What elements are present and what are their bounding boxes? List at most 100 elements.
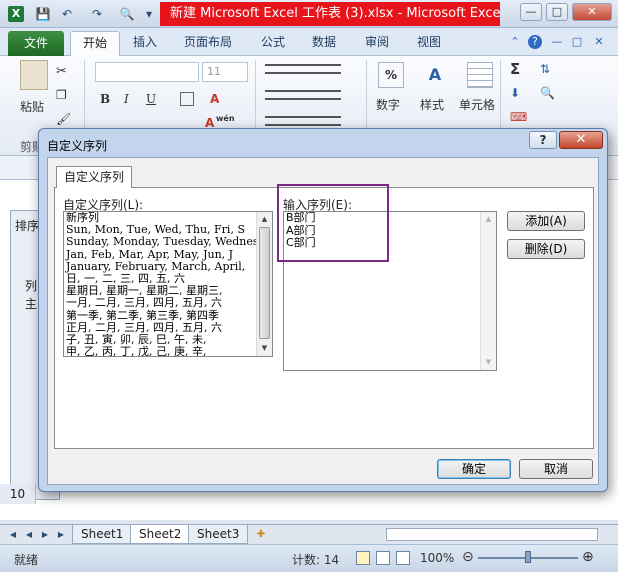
page-break-view-icon[interactable]: [396, 551, 410, 565]
sort-filter-icon[interactable]: ⇅: [540, 62, 550, 76]
close-button[interactable]: ✕: [559, 131, 603, 149]
border-icon[interactable]: [180, 92, 194, 106]
paste-icon[interactable]: [20, 60, 48, 90]
underline-icon[interactable]: U: [146, 92, 156, 106]
primary-key-label: 主: [25, 297, 38, 311]
sheet-tab-1[interactable]: Sheet1: [72, 525, 133, 544]
tab-review[interactable]: 审阅: [365, 33, 389, 50]
tab-file[interactable]: 文件: [8, 31, 64, 56]
input-line: B部门: [286, 211, 316, 224]
close-window-button[interactable]: ✕: [572, 3, 612, 21]
redo-icon[interactable]: ↷: [88, 5, 106, 23]
cells-icon[interactable]: [467, 62, 493, 88]
status-count: 计数: 14: [292, 553, 340, 567]
scroll-down-icon[interactable]: ▼: [481, 355, 496, 370]
phonetic-icon[interactable]: wén: [216, 114, 235, 123]
normal-view-icon[interactable]: [356, 551, 370, 565]
tab-panel: 自定义序列(L): 新序列 Sun, Mon, Tue, Wed, Thu, F…: [54, 184, 594, 449]
delete-button[interactable]: 删除(D): [507, 239, 585, 259]
zoom-level[interactable]: 100%: [420, 551, 454, 565]
ribbon-tab-bar: 文件 开始 插入 页面布局 公式 数据 审阅 视图 ⌃ ? — □ ✕: [0, 28, 618, 57]
page-layout-view-icon[interactable]: [376, 551, 390, 565]
bold-icon[interactable]: B: [100, 92, 110, 106]
save-icon[interactable]: 💾: [34, 5, 52, 23]
custom-lists-listbox[interactable]: 新序列 Sun, Mon, Tue, Wed, Thu, Fri, S Sund…: [63, 211, 273, 357]
help-button[interactable]: ?: [529, 131, 557, 149]
cells-group-label[interactable]: 单元格: [459, 96, 495, 113]
find-select-icon[interactable]: 🔍: [540, 86, 555, 100]
print-preview-icon[interactable]: 🔍: [118, 5, 136, 23]
font-size-box[interactable]: 11: [202, 62, 248, 82]
list-item[interactable]: 甲, 乙, 丙, 丁, 戊, 己, 庚, 辛,: [64, 346, 272, 356]
dialog-title: 自定义序列: [47, 139, 108, 153]
last-sheet-icon[interactable]: ▶: [56, 529, 66, 541]
align-left-icon[interactable]: [265, 90, 341, 100]
customize-toolbar-icon[interactable]: ▾: [140, 5, 158, 23]
tab-data[interactable]: 数据: [312, 33, 336, 50]
list-item[interactable]: 第一季, 第二季, 第三季, 第四季: [64, 309, 272, 322]
zoom-in-icon[interactable]: ⊕: [582, 549, 594, 565]
row-header-10[interactable]: 10: [0, 484, 36, 504]
maximize-button[interactable]: □: [546, 3, 568, 21]
input-entries-textarea[interactable]: B部门 A部门 C部门 ▲ ▼: [283, 211, 497, 371]
styles-icon[interactable]: A: [422, 62, 448, 88]
add-button[interactable]: 添加(A): [507, 211, 585, 231]
workbook-close-icon[interactable]: ✕: [592, 35, 606, 49]
column-label: 列: [25, 279, 38, 293]
italic-icon[interactable]: I: [124, 92, 129, 106]
title-bar: X 💾 ↶ ↷ 🔍 ▾ 新建 Microsoft Excel 工作表 (3).x…: [0, 0, 618, 28]
tab-formulas[interactable]: 公式: [261, 33, 285, 50]
zoom-out-icon[interactable]: ⊝: [462, 549, 474, 565]
status-bar: 就绪 计数: 14 100% ⊝ ⊕: [0, 544, 618, 572]
horizontal-scrollbar[interactable]: [386, 528, 598, 541]
fill-icon[interactable]: ⬇: [510, 86, 520, 100]
clear-icon[interactable]: ⌨: [510, 110, 527, 124]
custom-lists-dialog: 自定义序列 ? ✕ 自定义序列 自定义序列(L): 新序列 Sun, Mon, …: [38, 128, 608, 492]
autosum-icon[interactable]: Σ: [510, 60, 520, 78]
scroll-up-icon[interactable]: ▲: [481, 212, 496, 227]
custom-lists-scrollbar[interactable]: ▲ ▼: [256, 212, 272, 356]
undo-icon[interactable]: ↶: [58, 5, 76, 23]
scroll-thumb[interactable]: [259, 227, 270, 339]
excel-icon[interactable]: X: [8, 6, 24, 22]
dialog-body: 自定义序列 自定义序列(L): 新序列 Sun, Mon, Tue, Wed, …: [47, 157, 599, 485]
workbook-restore-icon[interactable]: □: [570, 35, 584, 49]
window-title: 新建 Microsoft Excel 工作表 (3).xlsx - Micros…: [160, 2, 500, 26]
tab-custom-lists[interactable]: 自定义序列: [56, 166, 132, 188]
percent-icon[interactable]: %: [378, 62, 404, 88]
help-icon[interactable]: ?: [528, 35, 542, 49]
scroll-up-icon[interactable]: ▲: [257, 212, 272, 227]
first-sheet-icon[interactable]: ◀: [8, 529, 18, 541]
workbook-minimize-icon[interactable]: —: [550, 35, 564, 49]
copy-icon[interactable]: ❐: [56, 88, 67, 102]
tab-insert[interactable]: 插入: [133, 33, 157, 50]
collapse-ribbon-icon[interactable]: ⌃: [508, 35, 522, 49]
indent-icon[interactable]: [265, 116, 341, 126]
prev-sheet-icon[interactable]: ◀: [24, 529, 34, 541]
status-ready: 就绪: [14, 553, 39, 567]
font-name-box[interactable]: [95, 62, 199, 82]
input-scrollbar[interactable]: ▲ ▼: [480, 212, 496, 370]
number-group-label[interactable]: 数字: [376, 96, 400, 113]
sheet-tab-3[interactable]: Sheet3: [188, 525, 249, 544]
next-sheet-icon[interactable]: ▶: [40, 529, 50, 541]
tab-view[interactable]: 视图: [417, 33, 441, 50]
cancel-button[interactable]: 取消: [519, 459, 593, 479]
list-item[interactable]: Sunday, Monday, Tuesday, Wednes: [64, 236, 272, 248]
cut-icon[interactable]: ✂: [56, 64, 67, 79]
tab-page-layout[interactable]: 页面布局: [184, 33, 232, 50]
scroll-down-icon[interactable]: ▼: [257, 341, 272, 356]
minimize-button[interactable]: —: [520, 3, 542, 21]
zoom-slider-thumb[interactable]: [525, 551, 531, 563]
font-color-icon[interactable]: A: [210, 92, 219, 106]
paste-label: 粘贴: [20, 100, 45, 114]
style-group-label[interactable]: 样式: [420, 96, 444, 113]
list-item[interactable]: Jan, Feb, Mar, Apr, May, Jun, J: [64, 248, 272, 261]
align-top-icon[interactable]: [265, 64, 341, 74]
ok-button[interactable]: 确定: [437, 459, 511, 479]
list-item[interactable]: 一月, 二月, 三月, 四月, 五月, 六: [64, 297, 272, 309]
sheet-tab-2[interactable]: Sheet2: [130, 525, 191, 544]
insert-sheet-icon[interactable]: ✚: [254, 529, 268, 541]
format-painter-icon[interactable]: 🖌: [56, 112, 71, 126]
tab-home[interactable]: 开始: [70, 31, 120, 57]
